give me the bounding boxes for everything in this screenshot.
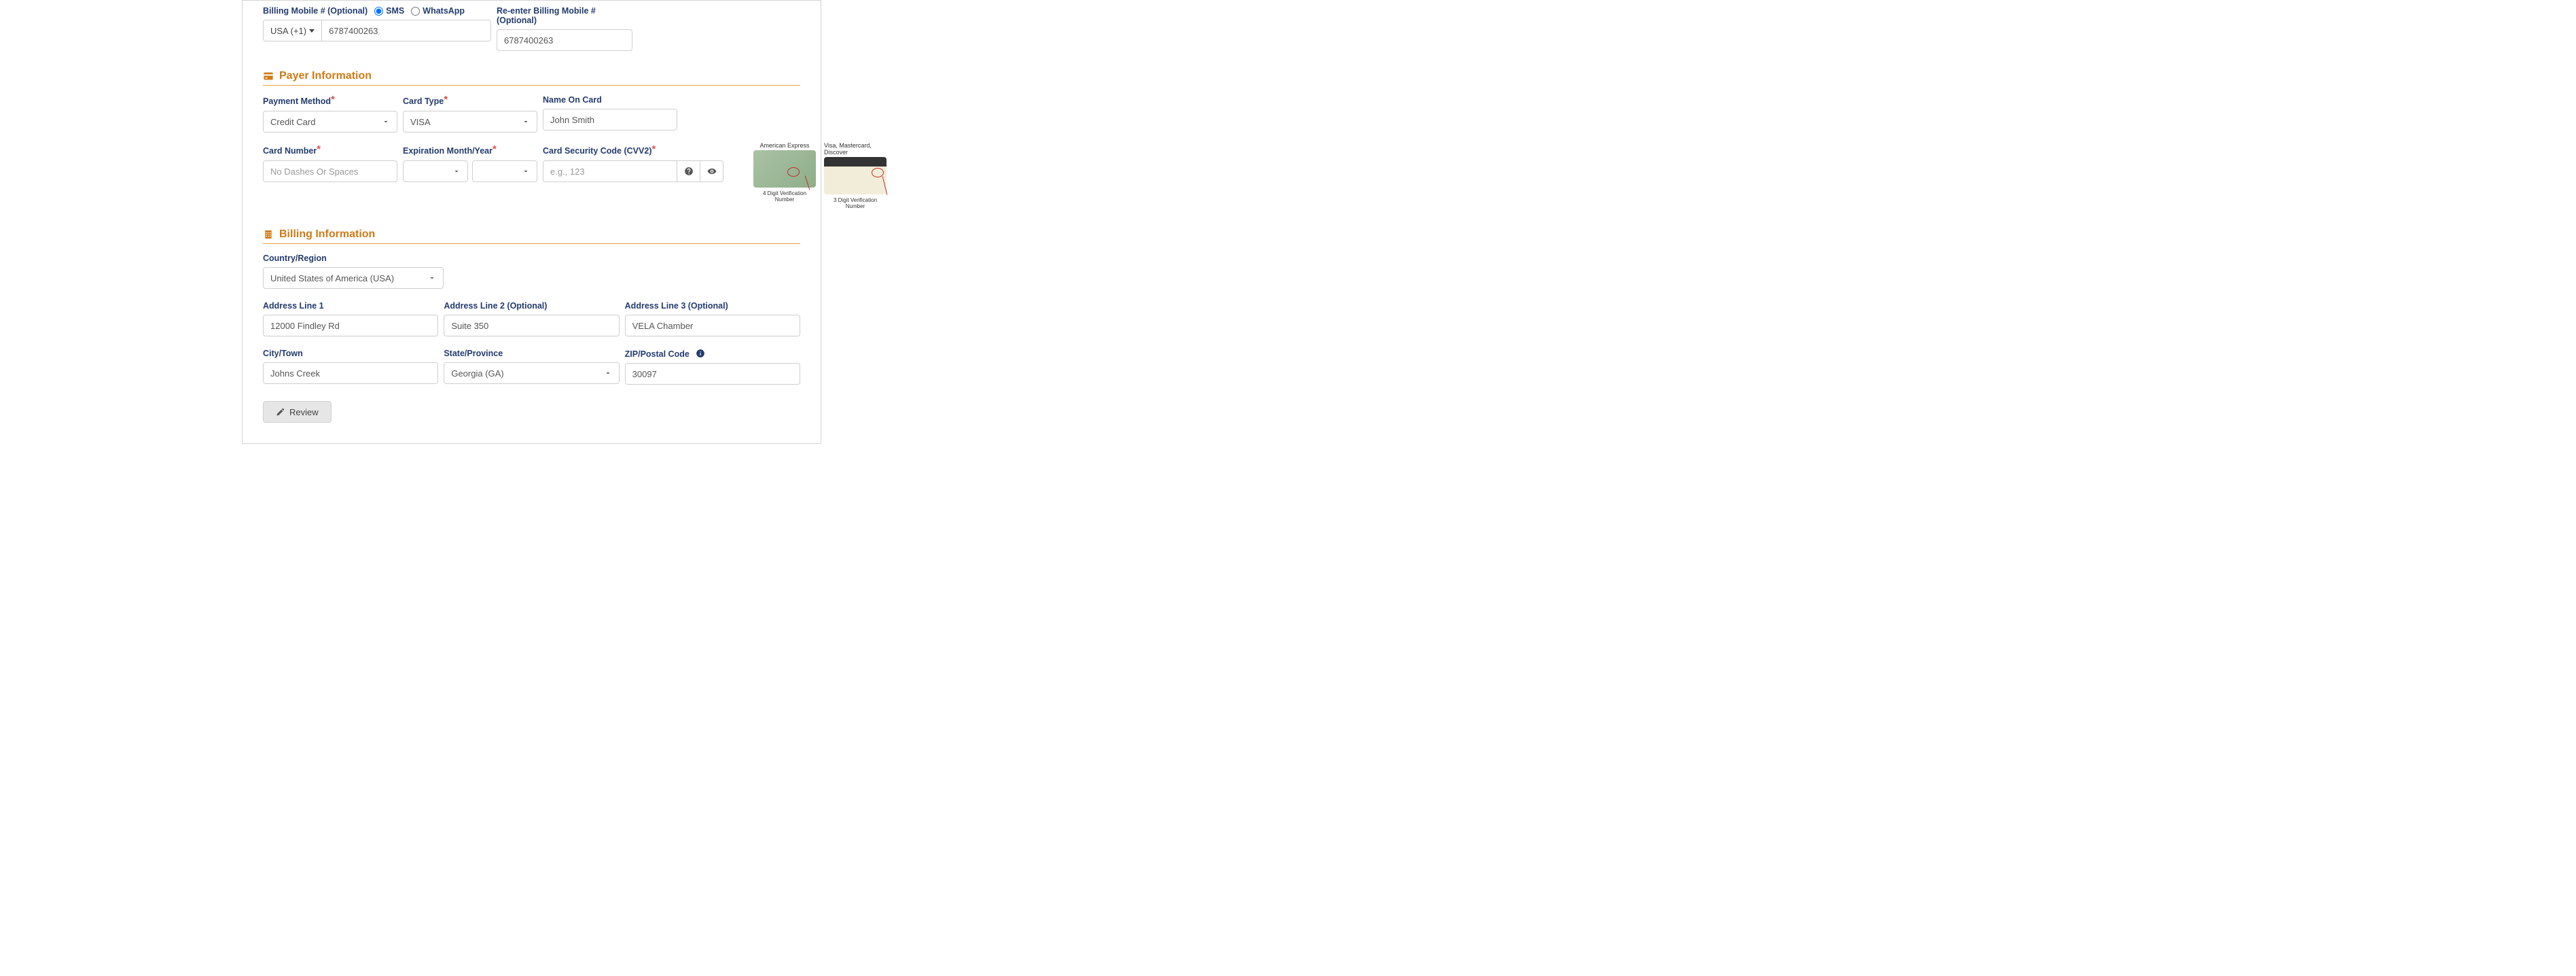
chevron-down-icon: [522, 118, 530, 126]
name-on-card-input[interactable]: [543, 109, 677, 130]
pencil-icon: [276, 407, 285, 417]
addr1-input[interactable]: [263, 315, 438, 336]
state-select[interactable]: Georgia (GA): [444, 362, 619, 384]
review-button[interactable]: Review: [263, 401, 332, 423]
billing-mobile-label: Billing Mobile # (Optional): [263, 6, 368, 16]
sms-radio[interactable]: [374, 7, 383, 16]
payer-info-header: Payer Information: [263, 70, 800, 86]
reenter-mobile-label: Re-enter Billing Mobile # (Optional): [497, 6, 632, 25]
reenter-mobile-input[interactable]: [497, 29, 632, 51]
cvv-help-button[interactable]: [677, 160, 700, 182]
country-select[interactable]: United States of America (USA): [263, 267, 444, 289]
zip-input[interactable]: [625, 363, 800, 385]
whatsapp-radio-label: WhatsApp: [423, 6, 465, 16]
other-cards-caption: 3 Digit Verification Number: [824, 197, 887, 209]
chevron-down-icon: [452, 167, 461, 175]
addr3-label: Address Line 3 (Optional): [625, 301, 800, 311]
question-icon: [684, 167, 694, 176]
cvv-label: Card Security Code (CVV2): [543, 146, 651, 156]
chevron-down-icon: [428, 274, 436, 282]
other-cards-title: Visa, Mastercard, Discover: [824, 142, 887, 156]
payment-method-value: Credit Card: [270, 117, 315, 127]
card-help-images: American Express 4 Digit Verification Nu…: [753, 142, 887, 209]
state-value: Georgia (GA): [451, 368, 503, 379]
expiration-label: Expiration Month/Year: [403, 146, 493, 156]
card-type-select[interactable]: VISA: [403, 111, 537, 133]
caret-down-icon: [309, 29, 315, 33]
payment-method-select[interactable]: Credit Card: [263, 111, 397, 133]
billing-info-title: Billing Information: [279, 228, 375, 241]
country-label: Country/Region: [263, 254, 444, 263]
city-label: City/Town: [263, 349, 438, 358]
country-value: United States of America (USA): [270, 273, 394, 283]
chevron-down-icon: [604, 369, 612, 377]
addr2-input[interactable]: [444, 315, 619, 336]
amex-caption: 4 Digit Verification Number: [753, 190, 816, 203]
credit-card-icon: [263, 71, 274, 82]
sms-radio-label: SMS: [386, 6, 404, 16]
other-card-image: [824, 157, 887, 194]
cvv-input[interactable]: [543, 160, 677, 182]
amex-card-image: [753, 150, 816, 188]
whatsapp-radio[interactable]: [411, 7, 420, 16]
cvv-reveal-button[interactable]: [700, 160, 723, 182]
name-on-card-label: Name On Card: [543, 95, 677, 105]
billing-info-header: Billing Information: [263, 228, 800, 244]
card-number-label: Card Number: [263, 146, 317, 156]
addr1-label: Address Line 1: [263, 301, 438, 311]
exp-year-select[interactable]: [472, 160, 537, 182]
eye-icon: [707, 167, 717, 176]
info-icon[interactable]: [696, 349, 705, 358]
payment-method-label: Payment Method: [263, 97, 331, 106]
exp-month-select[interactable]: [403, 160, 468, 182]
country-code-dropdown[interactable]: USA (+1): [263, 20, 321, 41]
amex-title: American Express: [759, 142, 809, 149]
card-type-value: VISA: [410, 117, 431, 127]
addr2-label: Address Line 2 (Optional): [444, 301, 619, 311]
state-label: State/Province: [444, 349, 619, 358]
billing-mobile-input[interactable]: [321, 20, 491, 41]
building-icon: [263, 229, 274, 240]
card-type-label: Card Type: [403, 97, 444, 106]
country-code-value: USA (+1): [270, 26, 306, 36]
zip-label: ZIP/Postal Code: [625, 349, 690, 359]
addr3-input[interactable]: [625, 315, 800, 336]
chevron-down-icon: [382, 118, 390, 126]
card-number-input[interactable]: [263, 160, 397, 182]
city-input[interactable]: [263, 362, 438, 384]
review-button-label: Review: [289, 407, 319, 417]
payer-info-title: Payer Information: [279, 70, 372, 82]
main-card: Billing Mobile # (Optional) SMS WhatsApp…: [242, 0, 821, 444]
chevron-down-icon: [522, 167, 530, 175]
